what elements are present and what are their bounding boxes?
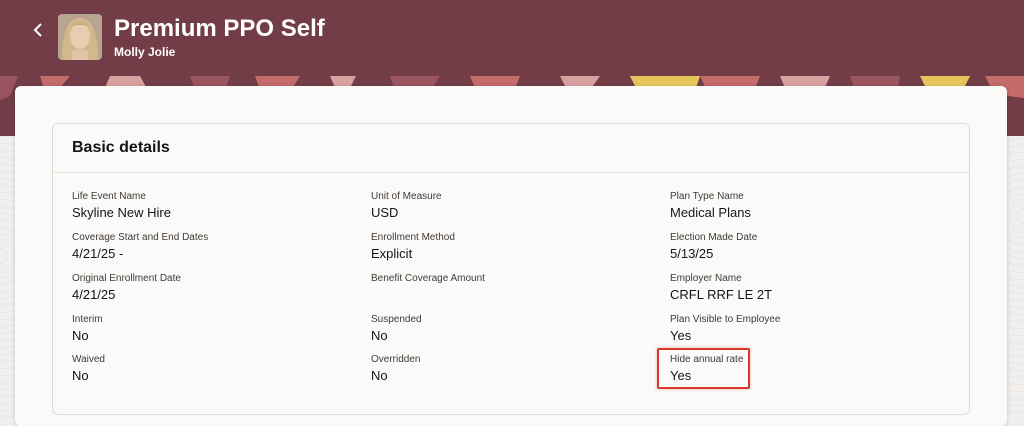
- field-label: Unit of Measure: [371, 191, 442, 202]
- field-coverage-dates: Coverage Start and End Dates 4/21/25 -: [72, 232, 208, 262]
- field-value: Yes: [670, 328, 692, 343]
- field-overridden: Overridden No: [371, 354, 420, 384]
- highlight-box: [657, 348, 750, 389]
- person-name: Molly Jolie: [114, 45, 176, 59]
- field-benefit-coverage-amount: Benefit Coverage Amount: [371, 273, 485, 303]
- field-label: Election Made Date: [670, 232, 758, 243]
- field-unit-of-measure: Unit of Measure USD: [371, 191, 442, 221]
- field-label: Coverage Start and End Dates: [72, 232, 209, 243]
- field-value: 4/21/25 -: [72, 246, 124, 261]
- field-label: Waived: [72, 354, 105, 365]
- basic-details-section: Basic details Life Event Name Skyline Ne…: [52, 123, 970, 415]
- decorative-topography-left: [0, 136, 16, 418]
- back-button[interactable]: [26, 16, 50, 44]
- field-label: Overridden: [371, 354, 421, 365]
- field-value: Skyline New Hire: [72, 205, 171, 220]
- field-value: 5/13/25: [670, 246, 714, 261]
- field-value: No: [371, 368, 388, 383]
- page-title: Premium PPO Self: [114, 15, 325, 42]
- field-suspended: Suspended No: [371, 314, 422, 344]
- field-value: No: [371, 328, 388, 343]
- field-value: Medical Plans: [670, 205, 751, 220]
- field-enrollment-method: Enrollment Method Explicit: [371, 232, 455, 262]
- content-card: Basic details Life Event Name Skyline Ne…: [15, 86, 1007, 426]
- field-employer-name: Employer Name CRFL RRF LE 2T: [670, 273, 772, 303]
- field-waived: Waived No: [72, 354, 105, 384]
- field-label: Interim: [72, 314, 103, 325]
- field-value: CRFL RRF LE 2T: [670, 287, 773, 302]
- field-value: No: [72, 368, 89, 383]
- field-label: Employer Name: [670, 273, 742, 284]
- field-label: Life Event Name: [72, 191, 146, 202]
- field-label: Original Enrollment Date: [72, 273, 181, 284]
- field-election-made-date: Election Made Date 5/13/25: [670, 232, 757, 262]
- field-plan-type-name: Plan Type Name Medical Plans: [670, 191, 751, 221]
- field-value: USD: [371, 205, 399, 220]
- divider: [53, 172, 969, 173]
- field-label: Plan Visible to Employee: [670, 314, 781, 325]
- field-value: No: [72, 328, 89, 343]
- field-label: Benefit Coverage Amount: [371, 273, 485, 284]
- field-label: Plan Type Name: [670, 191, 744, 202]
- field-value: 4/21/25: [72, 287, 116, 302]
- decorative-topography-right: [1006, 136, 1024, 418]
- field-original-enrollment-date: Original Enrollment Date 4/21/25: [72, 273, 181, 303]
- field-plan-visible-to-employee: Plan Visible to Employee Yes: [670, 314, 780, 344]
- field-value: Explicit: [371, 246, 413, 261]
- field-life-event-name: Life Event Name Skyline New Hire: [72, 191, 171, 221]
- field-label: Suspended: [371, 314, 422, 325]
- field-value: [371, 287, 485, 303]
- chevron-left-icon: [33, 23, 42, 37]
- field-interim: Interim No: [72, 314, 103, 344]
- field-label: Enrollment Method: [371, 232, 455, 243]
- avatar: [58, 14, 102, 60]
- section-title: Basic details: [72, 139, 170, 156]
